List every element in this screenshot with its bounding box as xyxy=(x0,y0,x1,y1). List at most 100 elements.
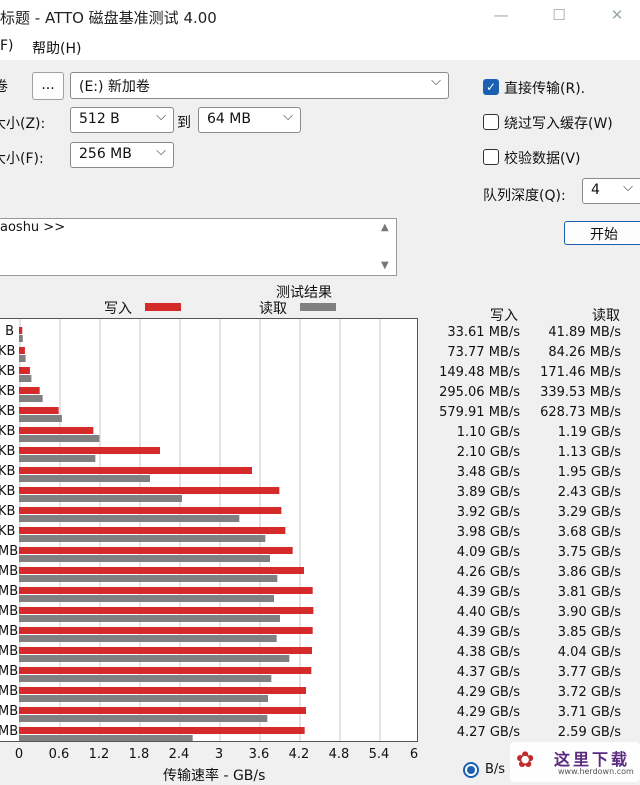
write-bar xyxy=(19,327,23,334)
write-value: 295.06 MB/s xyxy=(439,385,520,400)
close-button[interactable]: ✕ xyxy=(602,6,632,28)
queue-depth-select[interactable]: 4 ⌵ xyxy=(582,178,640,204)
minimize-button[interactable]: — xyxy=(486,6,516,28)
y-axis-label: MB xyxy=(0,544,19,559)
read-bar xyxy=(19,535,266,542)
write-bar xyxy=(19,447,160,454)
y-axis-label: KB xyxy=(0,344,16,359)
y-axis-label: MB xyxy=(0,704,19,719)
x-axis-tick: 3.6 xyxy=(248,747,270,762)
y-axis-label: MB xyxy=(0,664,19,679)
start-button[interactable]: 开始 xyxy=(564,221,640,245)
y-axis-label: KB xyxy=(0,524,16,539)
read-value: 3.68 GB/s xyxy=(557,525,621,540)
write-column-header: 写入 xyxy=(490,308,518,324)
write-bar xyxy=(19,467,252,474)
read-bar xyxy=(19,455,96,462)
write-bar xyxy=(19,607,314,614)
write-bar xyxy=(19,707,306,714)
write-bar xyxy=(19,687,306,694)
menu-help[interactable]: 帮助(H) xyxy=(32,38,81,58)
read-bar xyxy=(19,695,268,702)
read-value: 84.26 MB/s xyxy=(548,345,621,360)
write-bar xyxy=(19,427,94,434)
y-axis-label: MB xyxy=(0,624,19,639)
legend-read-label: 读取 xyxy=(259,301,287,317)
read-bar xyxy=(19,655,290,662)
read-bar xyxy=(19,355,26,362)
x-axis-tick: 2.4 xyxy=(168,747,190,762)
read-value: 1.19 GB/s xyxy=(557,425,621,440)
browse-button[interactable]: ... xyxy=(32,72,64,100)
drive-select[interactable]: (E:) 新加卷 ⌵ xyxy=(70,72,449,99)
maximize-button[interactable]: ☐ xyxy=(544,6,574,28)
io-size-to-select[interactable]: 64 MB ⌵ xyxy=(198,107,301,133)
read-value: 3.77 GB/s xyxy=(557,665,621,680)
write-bar xyxy=(19,387,40,394)
file-size-value: 256 MB xyxy=(79,146,132,162)
read-bar xyxy=(19,675,272,682)
x-axis-tick: 4.8 xyxy=(328,747,350,762)
x-axis-label: 传输速率 - GB/s xyxy=(163,768,266,784)
unit-bytes-radio[interactable] xyxy=(463,762,479,778)
write-value: 33.61 MB/s xyxy=(447,325,520,340)
read-bar xyxy=(19,395,43,402)
read-value: 2.59 GB/s xyxy=(557,725,621,740)
write-value: 4.38 GB/s xyxy=(456,645,520,660)
write-value: 4.26 GB/s xyxy=(456,565,520,580)
direct-io-label: 直接传输(R). xyxy=(504,81,586,97)
io-size-from-value: 512 B xyxy=(79,111,120,127)
file-size-label: 大小(F): xyxy=(0,151,44,167)
chevron-down-icon: ⌵ xyxy=(156,109,166,124)
read-value: 3.71 GB/s xyxy=(557,705,621,720)
write-bar xyxy=(19,487,280,494)
write-value: 3.92 GB/s xyxy=(456,505,520,520)
read-value: 2.43 GB/s xyxy=(557,485,621,500)
read-value: 3.85 GB/s xyxy=(557,625,621,640)
write-value: 4.39 GB/s xyxy=(456,625,520,640)
chevron-down-icon: ⌵ xyxy=(623,180,633,195)
watermark-url: www.herdown.com xyxy=(558,767,634,776)
write-bar xyxy=(19,367,30,374)
x-axis-tick: 1.2 xyxy=(88,747,110,762)
menu-file[interactable]: F) xyxy=(0,38,14,54)
y-axis-label: KB xyxy=(0,424,16,439)
write-value: 2.10 GB/s xyxy=(456,445,520,460)
file-size-select[interactable]: 256 MB ⌵ xyxy=(70,142,174,168)
chevron-down-icon: ⌵ xyxy=(431,74,441,89)
read-bar xyxy=(19,735,193,741)
write-value: 4.29 GB/s xyxy=(456,705,520,720)
verify-data-checkbox[interactable] xyxy=(483,149,499,165)
write-value: 73.77 MB/s xyxy=(447,345,520,360)
unit-bytes-label: B/s xyxy=(485,762,506,777)
read-value: 3.29 GB/s xyxy=(557,505,621,520)
chart-area xyxy=(0,318,418,742)
read-value: 339.53 MB/s xyxy=(540,385,621,400)
direct-io-checkbox[interactable]: ✓ xyxy=(483,79,499,95)
read-value: 1.95 GB/s xyxy=(557,465,621,480)
io-size-to-value: 64 MB xyxy=(207,111,251,127)
queue-depth-value: 4 xyxy=(591,182,600,198)
y-axis-label: MB xyxy=(0,604,19,619)
write-bar xyxy=(19,407,59,414)
read-bar xyxy=(19,555,270,562)
legend-read-swatch xyxy=(300,303,336,311)
read-bar xyxy=(19,715,268,722)
read-bar xyxy=(19,335,23,342)
write-bar xyxy=(19,667,312,674)
y-axis-label: MB xyxy=(0,644,19,659)
write-value: 3.89 GB/s xyxy=(456,485,520,500)
bypass-cache-checkbox[interactable] xyxy=(483,114,499,130)
write-value: 3.98 GB/s xyxy=(456,525,520,540)
read-value: 171.46 MB/s xyxy=(540,365,621,380)
drive-select-value: (E:) 新加卷 xyxy=(79,79,150,95)
x-axis-tick: 4.2 xyxy=(288,747,310,762)
scroll-up-icon[interactable]: ▲ xyxy=(381,222,389,233)
io-size-from-select[interactable]: 512 B ⌵ xyxy=(70,107,174,133)
write-bar xyxy=(19,727,305,734)
scroll-down-icon[interactable]: ▼ xyxy=(381,260,389,271)
write-value: 3.48 GB/s xyxy=(456,465,520,480)
write-value: 149.48 MB/s xyxy=(439,365,520,380)
window-title: 标题 - ATTO 磁盘基准测试 4.00 xyxy=(0,9,217,27)
x-axis-tick: 0 xyxy=(14,747,24,762)
